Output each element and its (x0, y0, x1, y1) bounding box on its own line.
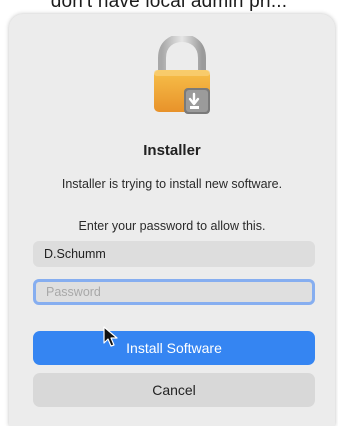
dialog-prompt: Enter your password to allow this. (78, 219, 266, 233)
screenshot-stage: don't have local admin pri... Installer … (0, 0, 338, 426)
install-software-button[interactable]: Install Software (33, 331, 315, 365)
cancel-button[interactable]: Cancel (33, 373, 315, 407)
lock-icon (154, 36, 210, 114)
dialog-title: Installer (143, 142, 201, 159)
background-text: don't have local admin pri... (50, 0, 288, 12)
password-field[interactable] (33, 279, 315, 305)
username-field[interactable]: D.Schumm (33, 241, 315, 267)
dialog-message: Installer is trying to install new softw… (61, 177, 283, 191)
authentication-dialog: Installer Installer is trying to install… (9, 14, 335, 426)
mouse-cursor-icon (103, 326, 118, 347)
